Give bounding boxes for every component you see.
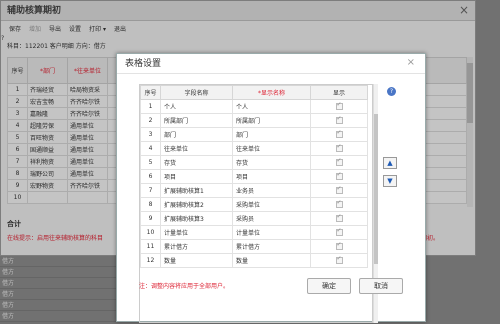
grid-col-no: 序号 bbox=[140, 85, 161, 100]
show-checkbox[interactable] bbox=[335, 213, 343, 222]
settings-cell-show bbox=[310, 253, 368, 268]
settings-cell-display[interactable]: 个人 bbox=[232, 99, 311, 114]
show-checkbox[interactable] bbox=[335, 255, 343, 264]
settings-cell-no: 10 bbox=[140, 225, 161, 240]
settings-row[interactable]: 12 数量 数量 bbox=[140, 253, 368, 268]
show-checkbox[interactable] bbox=[335, 101, 343, 110]
settings-cell-show bbox=[310, 183, 368, 198]
settings-cell-no: 6 bbox=[140, 169, 161, 184]
show-checkbox[interactable] bbox=[335, 241, 343, 250]
settings-cell-field: 扩展辅助核算1 bbox=[160, 183, 233, 198]
show-checkbox[interactable] bbox=[335, 171, 343, 180]
cancel-button[interactable]: 取消 bbox=[359, 278, 403, 294]
grid-col-display: *显示名称 bbox=[232, 85, 311, 100]
settings-cell-no: 2 bbox=[140, 113, 161, 128]
settings-cell-no: 5 bbox=[140, 155, 161, 170]
settings-cell-display[interactable]: 项目 bbox=[232, 169, 311, 184]
settings-cell-field: 扩展辅助核算2 bbox=[160, 197, 233, 212]
move-down-button[interactable]: ▼ bbox=[383, 175, 397, 187]
settings-cell-display[interactable]: 所属部门 bbox=[232, 113, 311, 128]
settings-row[interactable]: 8 扩展辅助核算2 采购单位 bbox=[140, 197, 368, 212]
settings-cell-show bbox=[310, 127, 368, 142]
settings-cell-display[interactable]: 业务员 bbox=[232, 183, 311, 198]
settings-cell-display[interactable]: 存货 bbox=[232, 155, 311, 170]
settings-cell-field: 存货 bbox=[160, 155, 233, 170]
settings-row[interactable]: 3 部门 部门 bbox=[140, 127, 368, 142]
grid-scroll-thumb[interactable] bbox=[374, 114, 378, 264]
settings-cell-show bbox=[310, 225, 368, 240]
settings-cell-no: 9 bbox=[140, 211, 161, 226]
settings-cell-show bbox=[310, 211, 368, 226]
settings-cell-field: 扩展辅助核算3 bbox=[160, 211, 233, 226]
show-checkbox[interactable] bbox=[335, 227, 343, 236]
dialog-close-icon[interactable]: × bbox=[407, 57, 415, 68]
dialog-title: 表格设置 bbox=[117, 54, 425, 74]
grid-col-field: 字段名称 bbox=[160, 85, 233, 100]
settings-cell-show bbox=[310, 169, 368, 184]
settings-cell-display[interactable]: 往来单位 bbox=[232, 141, 311, 156]
settings-cell-show bbox=[310, 141, 368, 156]
settings-row[interactable]: 6 项目 项目 bbox=[140, 169, 368, 184]
ok-button[interactable]: 确定 bbox=[307, 278, 351, 294]
grid-col-show: 显示 bbox=[310, 85, 368, 100]
settings-row[interactable]: 1 个人 个人 bbox=[140, 99, 368, 114]
settings-cell-show bbox=[310, 197, 368, 212]
settings-cell-field: 所属部门 bbox=[160, 113, 233, 128]
settings-cell-field: 数量 bbox=[160, 253, 233, 268]
settings-cell-no: 4 bbox=[140, 141, 161, 156]
settings-grid: 序号 字段名称 *显示名称 显示 1个人个人2所属部门所属部门3部门部门4往来单… bbox=[140, 85, 368, 268]
settings-cell-field: 个人 bbox=[160, 99, 233, 114]
dialog-note: 注：调整内容将应用于全部用户。 bbox=[139, 283, 230, 290]
settings-row[interactable]: 4 往来单位 往来单位 bbox=[140, 141, 368, 156]
settings-row[interactable]: 5 存货 存货 bbox=[140, 155, 368, 170]
settings-cell-no: 8 bbox=[140, 197, 161, 212]
settings-cell-display[interactable]: 采购单位 bbox=[232, 197, 311, 212]
settings-cell-no: 1 bbox=[140, 99, 161, 114]
show-checkbox[interactable] bbox=[335, 157, 343, 166]
settings-cell-no: 12 bbox=[140, 253, 161, 268]
settings-row[interactable]: 10 计量单位 计量单位 bbox=[140, 225, 368, 240]
settings-cell-display[interactable]: 数量 bbox=[232, 253, 311, 268]
settings-cell-no: 7 bbox=[140, 183, 161, 198]
settings-cell-show bbox=[310, 155, 368, 170]
settings-cell-field: 项目 bbox=[160, 169, 233, 184]
settings-cell-field: 计量单位 bbox=[160, 225, 233, 240]
show-checkbox[interactable] bbox=[335, 185, 343, 194]
settings-cell-show bbox=[310, 113, 368, 128]
settings-cell-display[interactable]: 部门 bbox=[232, 127, 311, 142]
settings-cell-display[interactable]: 采购员 bbox=[232, 211, 311, 226]
show-checkbox[interactable] bbox=[335, 129, 343, 138]
settings-row[interactable]: 9 扩展辅助核算3 采购员 bbox=[140, 211, 368, 226]
settings-cell-show bbox=[310, 99, 368, 114]
table-settings-dialog: 表格设置 × 序号 字段名称 *显示名称 显示 1个人个人2所属部门所属部门3部… bbox=[116, 53, 426, 323]
settings-cell-field: 部门 bbox=[160, 127, 233, 142]
settings-cell-field: 累计借方 bbox=[160, 239, 233, 254]
settings-cell-display[interactable]: 累计借方 bbox=[232, 239, 311, 254]
settings-cell-display[interactable]: 计量单位 bbox=[232, 225, 311, 240]
show-checkbox[interactable] bbox=[335, 199, 343, 208]
settings-cell-show bbox=[310, 239, 368, 254]
show-checkbox[interactable] bbox=[335, 115, 343, 124]
settings-row[interactable]: 2 所属部门 所属部门 bbox=[140, 113, 368, 128]
dialog-help-icon[interactable]: ? bbox=[387, 87, 396, 96]
move-up-button[interactable]: ▲ bbox=[383, 157, 397, 169]
settings-row[interactable]: 11 累计借方 累计借方 bbox=[140, 239, 368, 254]
settings-cell-no: 11 bbox=[140, 239, 161, 254]
settings-row[interactable]: 7 扩展辅助核算1 业务员 bbox=[140, 183, 368, 198]
settings-cell-field: 往来单位 bbox=[160, 141, 233, 156]
settings-cell-no: 3 bbox=[140, 127, 161, 142]
show-checkbox[interactable] bbox=[335, 143, 343, 152]
